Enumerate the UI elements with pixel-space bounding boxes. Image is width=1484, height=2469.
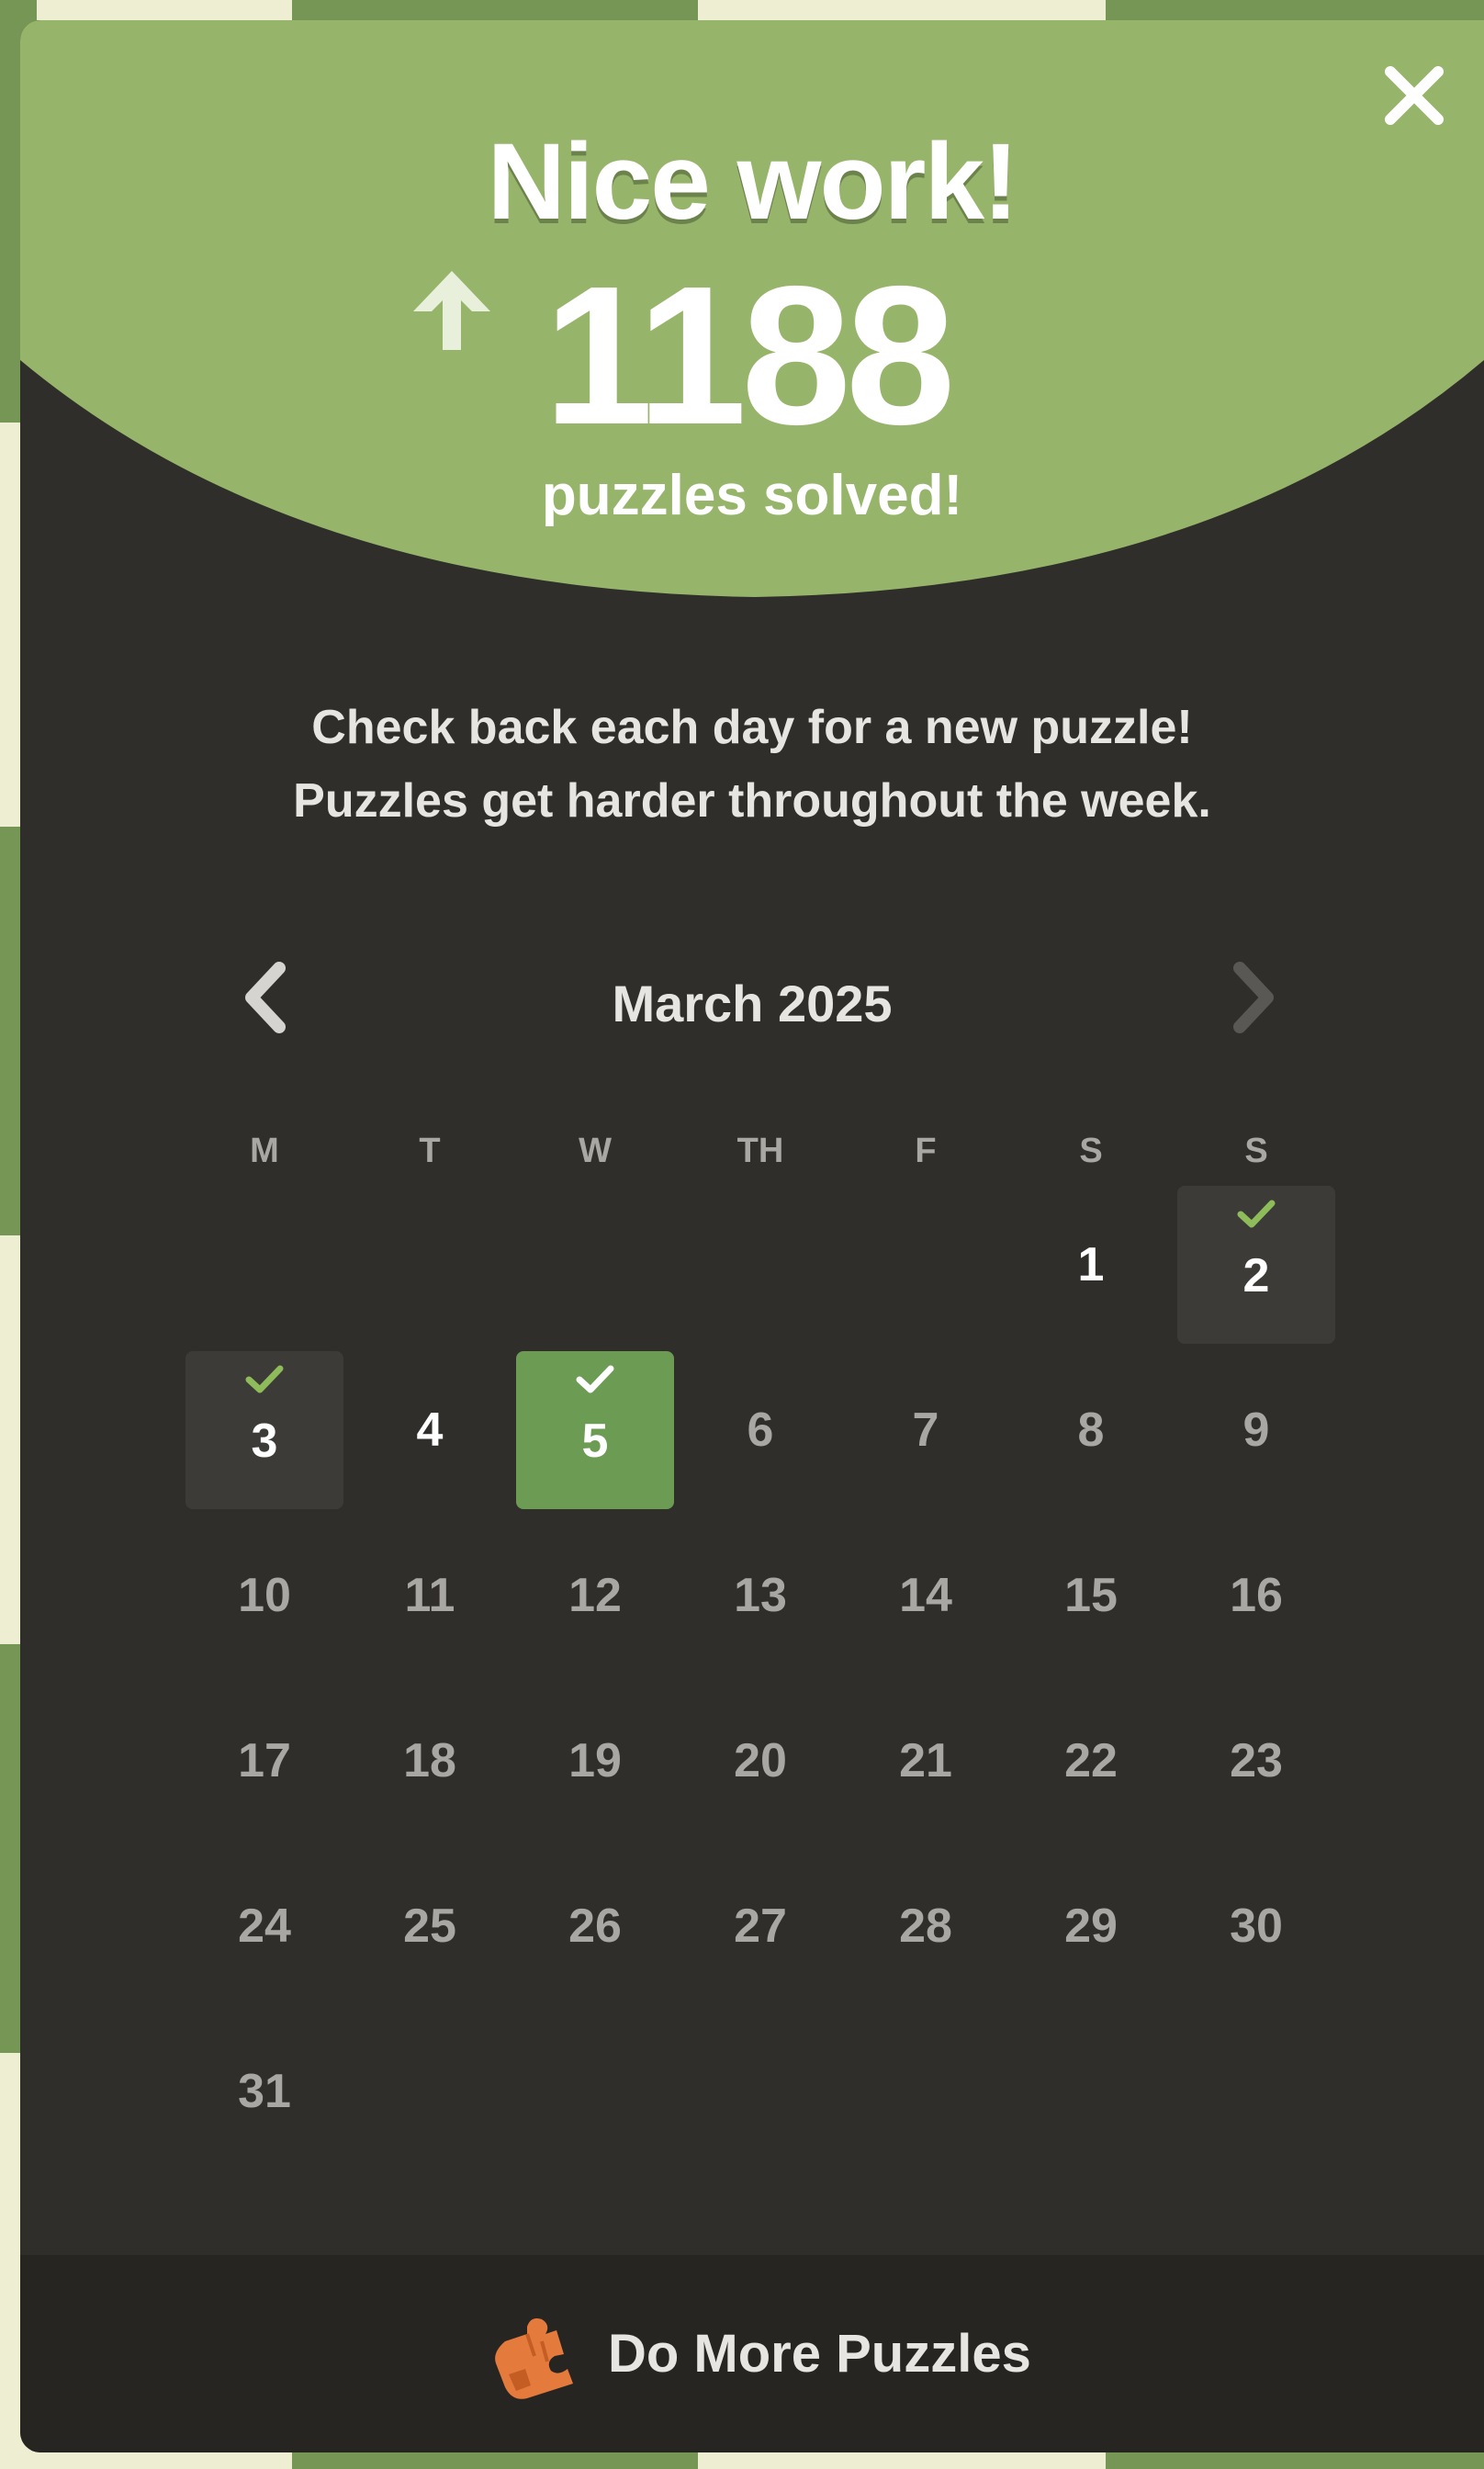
calendar-day-number: 20	[734, 1734, 787, 1787]
do-more-puzzles-label: Do More Puzzles	[608, 2324, 1031, 2384]
hero-banner: Nice work! 1188 puzzles solved!	[20, 20, 1484, 599]
calendar-day-number: 1	[1077, 1238, 1105, 1291]
weekday-label: TH	[736, 1132, 784, 1170]
checkmark-icon	[245, 1365, 284, 1393]
calendar-day[interactable]: 4	[351, 1351, 509, 1509]
weekday-header: M T W TH F S S	[182, 1132, 1339, 1178]
calendar-day-number: 2	[1242, 1249, 1270, 1302]
success-title: Nice work!	[487, 121, 1019, 242]
calendar-day-number: 13	[734, 1569, 787, 1622]
calendar-day: 13	[681, 1516, 839, 1674]
calendar-day-number: 10	[238, 1569, 291, 1622]
weekday-label: S	[1079, 1132, 1103, 1170]
calendar-day-number: 3	[251, 1415, 278, 1468]
calendar-day: 20	[681, 1682, 839, 1840]
calendar-day: 14	[847, 1516, 1005, 1674]
puzzle-complete-modal: Nice work! 1188 puzzles solved! Check ba…	[20, 20, 1484, 2452]
calendar-day-number: 9	[1242, 1404, 1270, 1457]
calendar-day: 31	[186, 2012, 343, 2170]
calendar-day: 12	[516, 1516, 674, 1674]
calendar-day-number: 27	[734, 1900, 787, 1953]
weekday-label: M	[250, 1132, 279, 1170]
calendar-day-number: 22	[1064, 1734, 1118, 1787]
info-line-1: Check back each day for a new puzzle!	[311, 701, 1193, 754]
weekday-label: S	[1244, 1132, 1268, 1170]
calendar-day[interactable]: 5	[516, 1351, 674, 1509]
calendar-day: 6	[681, 1351, 839, 1509]
calendar-day: 21	[847, 1682, 1005, 1840]
calendar-day-number: 21	[899, 1734, 952, 1787]
background-board-bottom	[0, 2451, 1484, 2469]
puzzle-piece-icon	[495, 2318, 573, 2399]
calendar-day-number: 18	[403, 1734, 456, 1787]
calendar-nav: March 2025	[20, 939, 1484, 1058]
calendar-day-number: 24	[238, 1900, 291, 1953]
calendar-day-number: 26	[568, 1900, 622, 1953]
calendar-day-number: 17	[238, 1734, 291, 1787]
solved-count-row: 1188	[406, 244, 1049, 466]
solved-count-label: puzzles solved!	[541, 464, 963, 527]
calendar-day[interactable]: 2	[1177, 1186, 1335, 1344]
arrow-up-icon	[413, 271, 490, 350]
calendar-day-number: 7	[912, 1404, 939, 1457]
calendar-day-number: 11	[404, 1569, 455, 1622]
calendar-day-number: 6	[747, 1404, 774, 1457]
calendar-day: 19	[516, 1682, 674, 1840]
calendar-day-number: 19	[568, 1734, 622, 1787]
calendar-day[interactable]: 1	[1012, 1186, 1170, 1344]
calendar-day-number: 28	[899, 1900, 952, 1953]
calendar-day-number: 5	[581, 1415, 609, 1468]
calendar-day-number: 30	[1230, 1900, 1283, 1953]
calendar-day: 17	[186, 1682, 343, 1840]
calendar-day-number: 15	[1064, 1569, 1118, 1622]
weekday-label: F	[915, 1132, 937, 1170]
do-more-puzzles-button[interactable]: Do More Puzzles	[20, 2255, 1484, 2452]
calendar-day: 16	[1177, 1516, 1335, 1674]
calendar-day-number: 29	[1064, 1900, 1118, 1953]
calendar-day: 8	[1012, 1351, 1170, 1509]
calendar-day: 9	[1177, 1351, 1335, 1509]
solved-count: 1188	[544, 244, 955, 466]
calendar-day-number: 16	[1230, 1569, 1283, 1622]
calendar-day: 29	[1012, 1847, 1170, 2005]
calendar-day: 15	[1012, 1516, 1170, 1674]
calendar-day-number: 23	[1230, 1734, 1283, 1787]
calendar-day[interactable]: 3	[186, 1351, 343, 1509]
calendar-day: 7	[847, 1351, 1005, 1509]
calendar-day-number: 12	[568, 1569, 622, 1622]
calendar-day: 26	[516, 1847, 674, 2005]
calendar-day: 30	[1177, 1847, 1335, 2005]
calendar-day: 23	[1177, 1682, 1335, 1840]
calendar-day: 22	[1012, 1682, 1170, 1840]
weekday-label: T	[419, 1132, 441, 1170]
weekday-label: W	[579, 1132, 612, 1170]
calendar-day: 28	[847, 1847, 1005, 2005]
background-board-top	[0, 0, 1484, 20]
calendar-grid: 1 2 3 4 5 6 7 8 9 10 11 12 13 14 15 16 17 18 19 20 21 22 23 24 2…	[182, 1182, 1339, 2147]
calendar-day: 18	[351, 1682, 509, 1840]
chevron-right-icon	[1233, 962, 1274, 1033]
info-line-2: Puzzles get harder throughout the week.	[293, 774, 1211, 828]
checkmark-icon	[1237, 1200, 1276, 1228]
calendar-day: 27	[681, 1847, 839, 2005]
calendar-day: 11	[351, 1516, 509, 1674]
calendar-day: 10	[186, 1516, 343, 1674]
calendar-day: 25	[351, 1847, 509, 2005]
info-text: Check back each day for a new puzzle! Pu…	[20, 691, 1484, 838]
next-month-button[interactable]	[1214, 961, 1287, 1034]
checkmark-icon	[576, 1365, 614, 1393]
calendar-day-number: 8	[1077, 1404, 1105, 1457]
calendar-day-number: 25	[403, 1900, 456, 1953]
calendar-day: 24	[186, 1847, 343, 2005]
calendar-day-number: 4	[416, 1404, 444, 1457]
calendar-day-number: 14	[899, 1569, 952, 1622]
calendar-day-number: 31	[238, 2065, 291, 2118]
